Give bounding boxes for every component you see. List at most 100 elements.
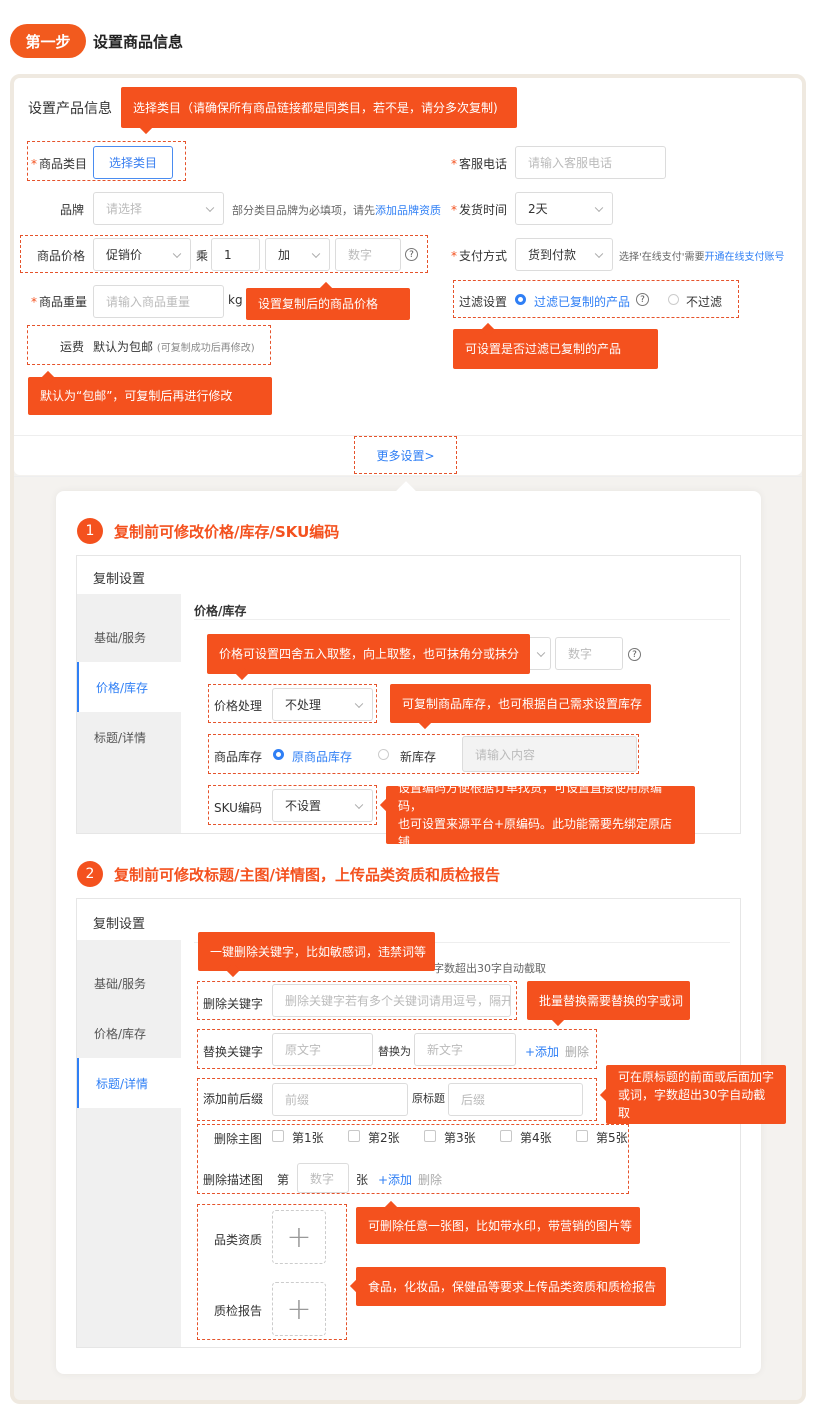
service-phone-input[interactable]: 请输入客服电话 [515,146,666,179]
tip-price-text: 设置复制后的商品价格 [258,297,379,311]
sidebar-item-title[interactable]: 标题/详情 [77,712,181,762]
add-desc-image-link[interactable]: +添加 [378,1171,412,1188]
group-divider [194,619,730,620]
stock-original-option[interactable]: 原商品库存 [292,748,352,765]
stock-new-option[interactable]: 新库存 [400,748,436,765]
tip-delete-keyword-text: 一键删除关键字，比如敏感词，违禁词等 [210,944,427,959]
brand-label: 品牌 [60,203,85,217]
delete-replace-link[interactable]: 删除 [565,1043,589,1060]
payment-select[interactable]: 货到付款 [515,238,613,271]
step-number-2: 2 [77,861,103,887]
section-title: 设置产品信息 [28,101,112,117]
tip-prefix: 可在原标题的前面或后面加字 或词，字数超出30字自动截取 [599,1065,786,1124]
tip-shipping: 默认为“包邮”，可复制后再进行修改 [28,370,272,415]
step-number-1: 1 [77,518,103,544]
tip-sku-line1: 设置编码方便根据订单找货，可设置直接使用原编码， [398,781,663,813]
tip-prefix-line1: 可在原标题的前面或后面加字 [618,1069,775,1084]
brand-select[interactable]: 请选择 [93,192,224,225]
weight-input[interactable]: 请输入商品重量 [93,285,224,318]
main-image-check-4[interactable] [500,1130,512,1142]
original-title-label: 原标题 [412,1092,445,1105]
price-label: 商品价格 [37,249,86,263]
category-label: * 商品类目 [31,157,88,171]
stock-original-radio[interactable] [273,749,284,760]
open-online-pay-link[interactable]: 开通在线支付账号 [705,252,785,263]
ship-time-select[interactable]: 2天 [515,192,613,225]
upload-qualification-button[interactable]: + [272,1210,326,1264]
step-badge: 第一步 [10,24,86,58]
chevron-down-icon [594,203,604,212]
no-filter-radio[interactable] [668,294,679,305]
main-image-check-3[interactable] [424,1130,436,1142]
filter-option-2[interactable]: 不过滤 [686,293,722,310]
add-brand-link[interactable]: 添加品牌资质 [375,204,441,217]
price-factor-input[interactable]: 1 [211,238,260,271]
sku-select[interactable]: 不设置 [272,789,373,822]
select-category-button[interactable]: 选择类目 [93,146,173,179]
add-replace-link[interactable]: +添加 [525,1043,559,1060]
desc-image-suffix: 张 [356,1173,369,1187]
sku-label: SKU编码 [214,801,262,815]
tip-price: 设置复制后的商品价格 [246,281,410,320]
main-image-check-5[interactable] [576,1130,588,1142]
page-title: 设置商品信息 [93,33,184,51]
tip-upload: 食品，化妆品，保健品等要求上传品类资质和质检报告 [349,1267,666,1306]
main-image-check-1[interactable] [272,1130,284,1142]
stock-new-radio[interactable] [378,749,389,760]
section-1-title: 复制前可修改价格/库存/SKU编码 [114,523,340,541]
tip-rounding-text: 价格可设置四舍五入取整，向上取整，也可抹角分或抹分 [219,647,520,661]
divider [14,476,802,477]
main-image-check-2[interactable] [348,1130,360,1142]
stock-input[interactable]: 请输入内容 [462,736,637,772]
main-image-opt-2: 第2张 [368,1131,400,1145]
original-text-input[interactable]: 原文字 [272,1033,373,1066]
sidebar-item-basic[interactable]: 基础/服务 [77,612,181,662]
multiply-label: 乘 [196,249,209,263]
tip-stock-text: 可复制商品库存，也可根据自己需求设置库存 [402,696,643,711]
tip-delete-keyword: 一键删除关键字，比如敏感词，违禁词等 [198,932,435,978]
help-icon[interactable]: ? [628,648,641,661]
sidebar-item-price[interactable]: 价格/库存 [77,1008,181,1058]
tip-prefix-line2: 或词，字数超出30字自动截取 [618,1087,766,1120]
qualification-label: 品类资质 [214,1233,263,1247]
price-proc-select[interactable]: 不处理 [272,688,373,721]
replace-with-label: 替换为 [378,1045,411,1058]
suffix-input[interactable]: 后缀 [448,1083,583,1116]
panel-title: 复制设置 [93,917,146,932]
price-type-select[interactable]: 促销价 [93,238,191,271]
filter-option-1[interactable]: 过滤已复制的产品 [534,293,630,310]
prefix-input[interactable]: 前缀 [272,1083,408,1116]
weight-label: * 商品重量 [31,295,88,309]
delete-keyword-input[interactable]: 删除关键字若有多个关键词请用逗号，隔开 [272,984,511,1017]
help-icon[interactable]: ? [636,293,649,306]
filter-radio-on[interactable] [515,294,526,305]
rounding-number-input[interactable]: 数字 [555,637,623,670]
price-op-select[interactable]: 加 [265,238,330,271]
sidebar-item-title[interactable]: 标题/详情 [77,1058,181,1108]
main-image-opt-1: 第1张 [292,1131,324,1145]
tip-filter: 可设置是否过滤已复制的产品 [453,322,658,369]
tip-category-text: 选择类目（请确保所有商品链接都是同类目，若不是，请分多次复制) [133,100,498,115]
sidebar-item-price[interactable]: 价格/库存 [77,662,181,712]
payment-label: * 支付方式 [451,249,508,263]
plus-icon: + [286,1291,312,1327]
delete-desc-image-link[interactable]: 删除 [418,1171,442,1188]
main-image-label: 删除主图 [214,1132,263,1146]
desc-image-prefix: 第 [277,1173,290,1187]
desc-image-label: 删除描述图 [203,1173,264,1187]
tip-replace-keyword: 批量替换需要替换的字或词 [527,981,690,1027]
new-text-input[interactable]: 新文字 [414,1033,516,1066]
help-icon[interactable]: ? [405,248,418,261]
tip-shipping-text: 默认为“包邮”，可复制后再进行修改 [40,389,233,403]
desc-image-number-input[interactable]: 数字 [297,1163,349,1193]
sidebar-item-basic[interactable]: 基础/服务 [77,958,181,1008]
chevron-down-icon [205,203,215,212]
tip-sku-line2: 也可设置来源平台+原编码。此功能需要先绑定原店铺 [398,817,673,849]
tip-delete-image-text: 可删除任意一张图，比如带水印，带营销的图片等 [368,1218,633,1233]
brand-hint: 部分类目品牌为必填项，请先添加品牌资质 [232,204,441,217]
price-number-input[interactable]: 数字 [335,238,401,271]
more-settings-link[interactable]: 更多设置> [354,436,457,474]
upload-report-button[interactable]: + [272,1282,326,1336]
chevron-down-icon [354,800,364,809]
tip-filter-text: 可设置是否过滤已复制的产品 [465,342,622,356]
